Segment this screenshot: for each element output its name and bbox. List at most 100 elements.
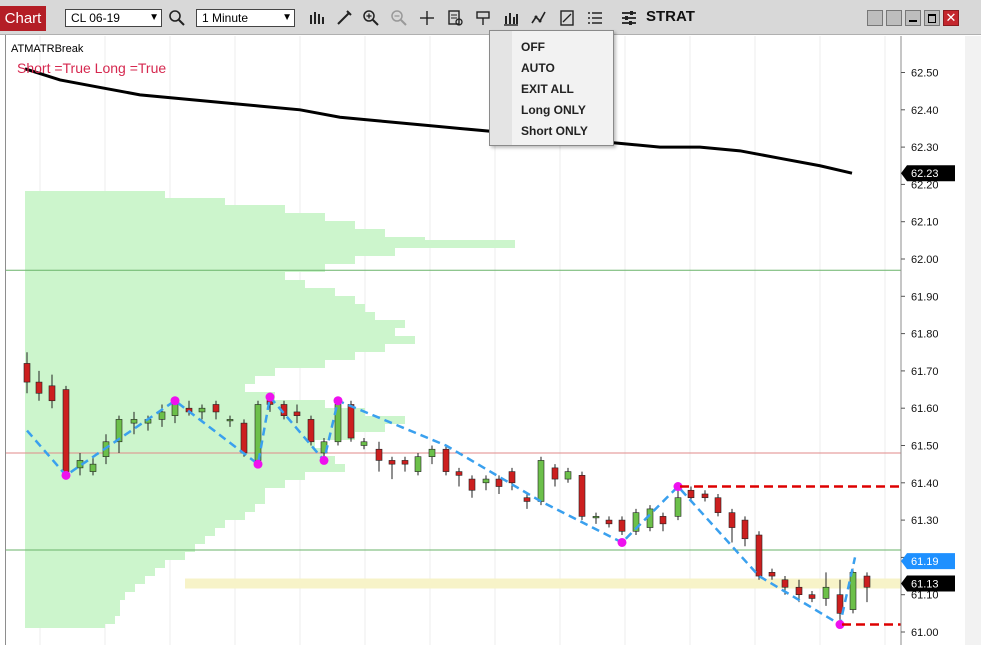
candle-down [768,572,776,577]
candle-down [605,519,613,525]
profile-bar [25,504,255,512]
profile-bar [25,568,155,576]
candle-up [226,419,234,422]
price-tick-label: 62.50 [911,68,939,80]
profile-bar [25,360,325,368]
candle-up [428,448,436,457]
profile-bar [25,448,325,456]
menu-item-exit-all[interactable]: EXIT ALL [521,82,574,96]
price-tick-label: 61.60 [911,403,939,415]
profile-bar [25,576,145,584]
candle-down [347,404,355,439]
candle-down [240,422,248,454]
candle-down [551,467,559,480]
moving-average-line [24,67,853,175]
profile-bar [25,264,325,272]
profile-bar [25,496,265,504]
profile-bar [25,544,195,552]
candle-up [564,471,572,480]
profile-bar [25,624,105,628]
profile-bar [25,480,285,488]
menu-gutter [490,31,512,145]
candle-up [414,456,422,472]
candle-down [659,516,667,525]
profile-bar [25,288,335,296]
profile-bar [25,520,225,528]
candle-down [714,497,722,513]
candle-up [849,572,857,610]
pivot-point [170,396,180,406]
candle-down [523,497,531,502]
profile-bar [25,488,265,496]
profile-bar [25,392,275,400]
candle-down [212,404,220,413]
candle-up [89,463,97,472]
profile-bar [25,213,325,221]
scroll-strip [965,36,981,645]
profile-bar [25,352,355,360]
profile-bar [25,608,120,616]
price-badge-label: 61.19 [911,556,939,568]
price-badge-label: 62.23 [911,168,939,180]
menu-item-off[interactable]: OFF [521,40,545,54]
candle-up [592,516,600,519]
candle-up [158,411,166,420]
menu-item-short-only[interactable]: Short ONLY [521,124,588,138]
profile-bar [25,384,245,392]
candle-down [495,478,503,487]
candle-down [468,478,476,491]
price-tick-label: 62.10 [911,217,939,229]
profile-bar [25,336,415,344]
candle-up [198,407,206,413]
profile-bar [25,376,255,384]
candle-down [863,575,871,588]
price-tick-label: 61.70 [911,366,939,378]
price-tick-label: 61.00 [911,627,939,639]
candle-down [35,381,43,394]
indicator-label: ATMATRBreak [11,43,84,55]
menu-item-auto[interactable]: AUTO [521,61,555,75]
profile-bar [25,191,165,198]
profile-bar [25,237,425,240]
candle-down [508,471,516,484]
candle-down [701,493,709,499]
candle-down [293,411,301,416]
candle-down [62,389,70,472]
candle-down [687,489,695,499]
profile-bar [25,512,245,520]
candle-down [755,534,763,577]
menu-item-long-only[interactable]: Long ONLY [521,103,586,117]
profile-bar [25,616,115,624]
profile-bar [25,552,185,560]
pivot-point [253,459,263,469]
profile-bar [25,198,225,205]
candle-down [388,460,396,465]
candle-down [307,419,315,443]
strategy-status: Short =True Long =True [17,60,167,76]
candle-down [808,594,816,599]
candle-up [674,497,682,517]
profile-bar [25,221,355,229]
candle-down [442,448,450,472]
profile-bar [25,328,395,336]
candle-up [482,478,490,484]
price-tick-label: 62.40 [911,105,939,117]
pivot-point [333,396,343,406]
candle-down [781,579,789,588]
profile-bar [25,592,125,600]
price-tick-label: 61.90 [911,291,939,303]
candle-down [741,519,749,540]
profile-bar [25,272,285,280]
profile-bar [25,456,335,464]
pivot-point [617,537,627,547]
profile-bar [25,248,395,256]
price-badge-label: 61.13 [911,579,939,591]
price-tick-label: 62.00 [911,254,939,266]
profile-bar [25,312,375,320]
stop-lines [680,485,901,626]
candle-up [360,441,368,446]
candle-down [375,448,383,461]
profile-bar [25,205,285,213]
strat-menu: OFF AUTO EXIT ALL Long ONLY Short ONLY [489,30,614,146]
candle-down [618,519,626,532]
